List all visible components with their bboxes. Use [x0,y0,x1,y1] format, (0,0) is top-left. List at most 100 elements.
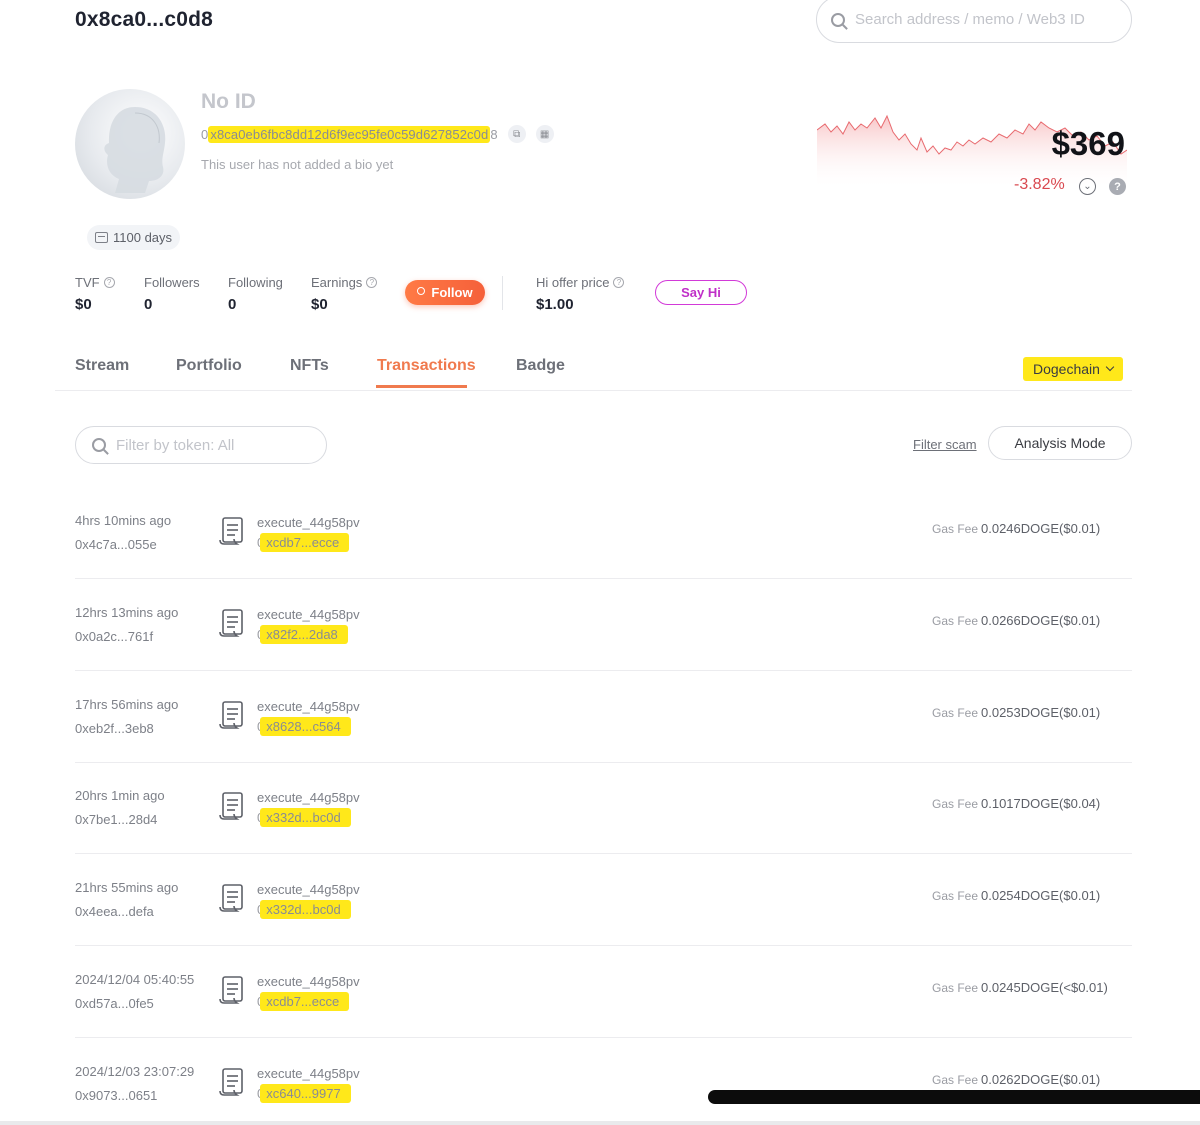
days-label: 1100 days [113,230,173,245]
gas-fee-value: 0.0246DOGE($0.01) [981,521,1101,536]
tx-from-address[interactable]: 0x7be1...28d4 [75,812,157,827]
tab-nfts[interactable]: NFTs [290,357,329,375]
tx-time: 4hrs 10mins ago [75,513,172,528]
row-divider [75,578,1132,579]
say-hi-button[interactable]: Say Hi [655,280,747,305]
row-divider [75,762,1132,763]
global-search[interactable] [816,0,1132,43]
tx-from-address[interactable]: 0x4c7a...055e [75,537,157,552]
contract-scroll-icon [217,974,247,1006]
filter-scam-link[interactable]: Filter scam [913,437,977,452]
stat-hi-offer: Hi offer price? $1.00 [536,275,625,313]
bottom-border [0,1121,1200,1125]
tvf-value: $0 [75,296,92,313]
redaction-bar [708,1090,1200,1104]
transaction-row[interactable]: 17hrs 56mins ago 0xeb2f...3eb8 execute_44g… [75,697,1132,788]
tx-time: 21hrs 55mins ago [75,880,179,895]
tx-from-address[interactable]: 0xeb2f...3eb8 [75,721,154,736]
gas-fee-value: 0.0253DOGE($0.01) [981,705,1101,720]
avatar [75,89,185,199]
analysis-mode-button[interactable]: Analysis Mode [988,426,1132,460]
tx-from-address[interactable]: 0xd57a...0fe5 [75,996,154,1011]
stat-following[interactable]: Following 0 [228,275,283,313]
contract-scroll-icon [217,699,247,731]
gas-fee-label: Gas Fee [932,706,979,720]
chevron-down-icon [1105,362,1115,372]
wallet-address-row: 0 x8ca0eb6fbc8dd12d6f9ec95fe0c59d627852c0… [201,125,554,143]
row-divider [75,1037,1132,1038]
stat-followers[interactable]: Followers 0 [144,275,200,313]
info-icon[interactable]: ? [613,277,625,288]
tx-time: 12hrs 13mins ago [75,605,179,620]
row-divider [75,945,1132,946]
stats-divider [502,276,503,310]
calendar-icon [95,232,108,243]
chain-select[interactable]: Dogechain [1023,357,1123,381]
tx-time: 2024/12/04 05:40:55 [75,972,195,987]
followers-value: 0 [144,296,153,313]
tab-stream[interactable]: Stream [75,357,129,375]
tx-from-address[interactable]: 0x4eea...defa [75,904,154,919]
chevron-circle-icon[interactable]: ⌄ [1079,178,1096,195]
tx-time: 20hrs 1min ago [75,788,165,803]
gas-fee-value: 0.0245DOGE(<$0.01) [981,980,1108,995]
info-icon[interactable]: ? [366,277,378,288]
tx-to-address[interactable]: 0x8628...c564 [257,717,351,736]
gas-fee-value: 0.0266DOGE($0.01) [981,613,1101,628]
tx-to-address[interactable]: 0x82f2...2da8 [257,625,348,644]
search-input[interactable] [855,11,1131,28]
help-icon[interactable]: ? [1109,178,1126,195]
address-highlight: x82f2...2da8 [260,625,348,644]
tx-from-address[interactable]: 0x9073...0651 [75,1088,157,1103]
contract-scroll-icon [217,882,247,914]
tab-badge[interactable]: Badge [516,357,565,375]
token-filter-input[interactable] [116,436,326,454]
row-divider [75,853,1132,854]
profile-name: No ID [201,90,256,113]
gas-fee-label: Gas Fee [932,614,979,628]
gas-fee-label: Gas Fee [932,981,979,995]
info-icon[interactable]: ? [103,277,115,288]
follow-button[interactable]: Follow [405,280,485,305]
tab-transactions[interactable]: Transactions [377,357,476,375]
tab-divider [55,390,1132,391]
tx-to-address[interactable]: 0xcdb7...ecce [257,533,350,552]
transaction-row[interactable]: 12hrs 13mins ago 0x0a2c...761f execute_44g… [75,605,1132,696]
address-highlight: xc640...9977 [260,1084,351,1103]
contract-scroll-icon [217,607,247,639]
tx-method: execute_44g58pv [257,790,360,805]
address-highlight: x8628...c564 [260,717,351,736]
transaction-row[interactable]: 21hrs 55mins ago 0x4eea...defa execute_44g… [75,880,1132,971]
tx-to-address[interactable]: 0x332d...bc0d [257,900,351,919]
avatar-silhouette-icon [104,107,166,193]
tx-from-address[interactable]: 0x0a2c...761f [75,629,153,644]
tab-bar: Stream Portfolio NFTs Transactions Badge [0,352,1200,392]
tx-to-address[interactable]: 0x332d...bc0d [257,808,351,827]
transaction-row[interactable]: 4hrs 10mins ago 0x4c7a...055e execute_44g5… [75,513,1132,604]
address-highlight: x332d...bc0d [260,808,351,827]
wallet-address[interactable]: 0 x8ca0eb6fbc8dd12d6f9ec95fe0c59d627852c0… [201,125,498,143]
contract-scroll-icon [217,1066,247,1098]
hi-offer-value: $1.00 [536,296,574,313]
row-divider [75,670,1132,671]
transaction-row[interactable]: 2024/12/04 05:40:55 0xd57a...0fe5 execute_… [75,972,1132,1063]
tx-method: execute_44g58pv [257,607,360,622]
transaction-row[interactable]: 20hrs 1min ago 0x7be1...28d4 execute_44g58… [75,788,1132,879]
contract-scroll-icon [217,515,247,547]
gas-fee-value: 0.0254DOGE($0.01) [981,888,1101,903]
tx-method: execute_44g58pv [257,882,360,897]
tx-method: execute_44g58pv [257,1066,360,1081]
tx-to-address[interactable]: 0xcdb7...ecce [257,992,350,1011]
copy-icon[interactable]: ⧉ [507,125,526,143]
stat-tvf: TVF? $0 [75,275,115,313]
address-highlight: xcdb7...ecce [260,533,350,552]
tab-portfolio[interactable]: Portfolio [176,357,242,375]
search-icon [831,12,845,27]
address-highlight: x8ca0eb6fbc8dd12d6f9ec95fe0c59d627852c0d [208,125,491,143]
token-filter[interactable] [75,426,327,464]
qr-code-icon[interactable]: ▦ [535,125,554,143]
contract-scroll-icon [217,790,247,822]
days-badge: 1100 days [87,225,181,250]
tx-to-address[interactable]: 0xc640...9977 [257,1084,351,1103]
gas-fee-value: 0.1017DOGE($0.04) [981,796,1101,811]
